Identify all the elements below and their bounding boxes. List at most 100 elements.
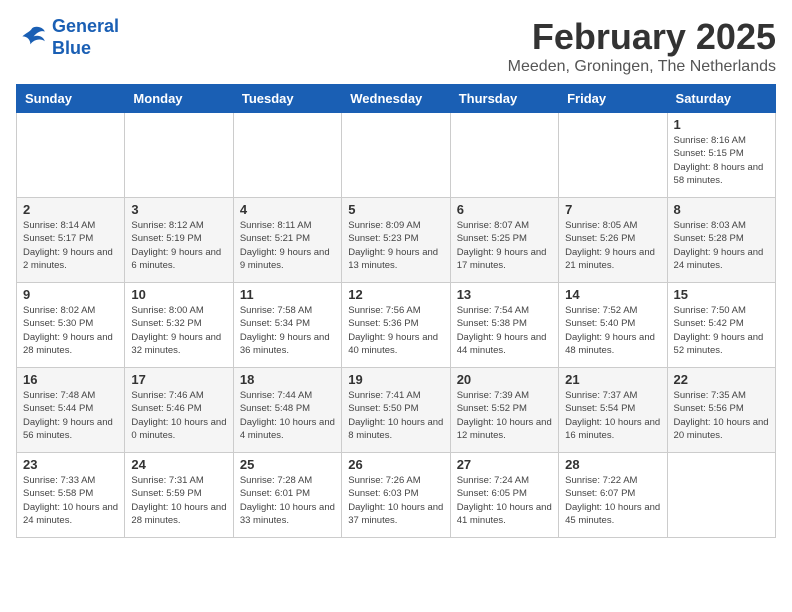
day-number: 23	[23, 457, 118, 472]
day-info: Sunrise: 7:33 AM Sunset: 5:58 PM Dayligh…	[23, 474, 118, 527]
day-number: 12	[348, 287, 443, 302]
day-info: Sunrise: 7:44 AM Sunset: 5:48 PM Dayligh…	[240, 389, 335, 442]
logo: General Blue	[16, 16, 119, 59]
day-info: Sunrise: 8:14 AM Sunset: 5:17 PM Dayligh…	[23, 219, 118, 272]
title-area: February 2025 Meeden, Groningen, The Net…	[508, 16, 776, 76]
day-number: 28	[565, 457, 660, 472]
day-info: Sunrise: 8:02 AM Sunset: 5:30 PM Dayligh…	[23, 304, 118, 357]
day-header-monday: Monday	[125, 85, 233, 113]
calendar-cell: 13Sunrise: 7:54 AM Sunset: 5:38 PM Dayli…	[450, 283, 558, 368]
logo-line1: General	[52, 16, 119, 36]
calendar-week-row: 23 Sunrise: 7:33 AM Sunset: 5:58 PM Dayli…	[17, 453, 776, 538]
calendar-cell: 21Sunrise: 7:37 AM Sunset: 5:54 PM Dayli…	[559, 368, 667, 453]
calendar-cell: 27 Sunrise: 7:24 AM Sunset: 6:05 PM Dayli…	[450, 453, 558, 538]
calendar-cell: 20Sunrise: 7:39 AM Sunset: 5:52 PM Dayli…	[450, 368, 558, 453]
day-number: 2	[23, 202, 118, 217]
day-info: Sunrise: 7:24 AM Sunset: 6:05 PM Dayligh…	[457, 474, 552, 527]
day-number: 6	[457, 202, 552, 217]
calendar-week-row: 1 Sunrise: 8:16 AM Sunset: 5:15 PM Daylig…	[17, 113, 776, 198]
calendar-cell: 5 Sunrise: 8:09 AM Sunset: 5:23 PM Daylig…	[342, 198, 450, 283]
day-info: Sunrise: 8:12 AM Sunset: 5:19 PM Dayligh…	[131, 219, 226, 272]
day-number: 14	[565, 287, 660, 302]
day-info: Sunrise: 8:05 AM Sunset: 5:26 PM Dayligh…	[565, 219, 660, 272]
day-number: 15	[674, 287, 769, 302]
calendar-cell: 9 Sunrise: 8:02 AM Sunset: 5:30 PM Daylig…	[17, 283, 125, 368]
day-number: 3	[131, 202, 226, 217]
calendar-cell: 8Sunrise: 8:03 AM Sunset: 5:28 PM Daylig…	[667, 198, 775, 283]
day-info: Sunrise: 7:41 AM Sunset: 5:50 PM Dayligh…	[348, 389, 443, 442]
day-number: 1	[674, 117, 769, 132]
day-info: Sunrise: 7:39 AM Sunset: 5:52 PM Dayligh…	[457, 389, 552, 442]
calendar-cell: 22 Sunrise: 7:35 AM Sunset: 5:56 PM Dayli…	[667, 368, 775, 453]
day-number: 24	[131, 457, 226, 472]
day-info: Sunrise: 7:58 AM Sunset: 5:34 PM Dayligh…	[240, 304, 335, 357]
day-number: 19	[348, 372, 443, 387]
calendar-week-row: 16Sunrise: 7:48 AM Sunset: 5:44 PM Dayli…	[17, 368, 776, 453]
day-header-saturday: Saturday	[667, 85, 775, 113]
calendar-cell: 23 Sunrise: 7:33 AM Sunset: 5:58 PM Dayli…	[17, 453, 125, 538]
day-header-thursday: Thursday	[450, 85, 558, 113]
calendar-cell: 18Sunrise: 7:44 AM Sunset: 5:48 PM Dayli…	[233, 368, 341, 453]
calendar-table: SundayMondayTuesdayWednesdayThursdayFrid…	[16, 84, 776, 538]
calendar-cell: 19 Sunrise: 7:41 AM Sunset: 5:50 PM Dayli…	[342, 368, 450, 453]
day-number: 5	[348, 202, 443, 217]
calendar-cell: 6 Sunrise: 8:07 AM Sunset: 5:25 PM Daylig…	[450, 198, 558, 283]
calendar-cell: 7 Sunrise: 8:05 AM Sunset: 5:26 PM Daylig…	[559, 198, 667, 283]
day-number: 13	[457, 287, 552, 302]
calendar-cell	[17, 113, 125, 198]
day-info: Sunrise: 7:31 AM Sunset: 5:59 PM Dayligh…	[131, 474, 226, 527]
logo-text: General Blue	[52, 16, 119, 59]
calendar-cell: 17 Sunrise: 7:46 AM Sunset: 5:46 PM Dayli…	[125, 368, 233, 453]
day-header-sunday: Sunday	[17, 85, 125, 113]
day-info: Sunrise: 8:09 AM Sunset: 5:23 PM Dayligh…	[348, 219, 443, 272]
calendar-cell	[233, 113, 341, 198]
day-info: Sunrise: 7:26 AM Sunset: 6:03 PM Dayligh…	[348, 474, 443, 527]
day-number: 17	[131, 372, 226, 387]
day-number: 10	[131, 287, 226, 302]
day-info: Sunrise: 7:37 AM Sunset: 5:54 PM Dayligh…	[565, 389, 660, 442]
calendar-cell: 12 Sunrise: 7:56 AM Sunset: 5:36 PM Dayli…	[342, 283, 450, 368]
calendar-header-row: SundayMondayTuesdayWednesdayThursdayFrid…	[17, 85, 776, 113]
calendar-cell: 1 Sunrise: 8:16 AM Sunset: 5:15 PM Daylig…	[667, 113, 775, 198]
calendar-cell	[125, 113, 233, 198]
calendar-cell	[559, 113, 667, 198]
day-info: Sunrise: 8:11 AM Sunset: 5:21 PM Dayligh…	[240, 219, 335, 272]
day-info: Sunrise: 8:07 AM Sunset: 5:25 PM Dayligh…	[457, 219, 552, 272]
calendar-cell: 26Sunrise: 7:26 AM Sunset: 6:03 PM Dayli…	[342, 453, 450, 538]
calendar-cell	[450, 113, 558, 198]
day-header-wednesday: Wednesday	[342, 85, 450, 113]
day-number: 27	[457, 457, 552, 472]
day-number: 16	[23, 372, 118, 387]
month-title: February 2025	[508, 16, 776, 58]
calendar-cell: 10 Sunrise: 8:00 AM Sunset: 5:32 PM Dayli…	[125, 283, 233, 368]
calendar-cell: 14 Sunrise: 7:52 AM Sunset: 5:40 PM Dayli…	[559, 283, 667, 368]
day-header-friday: Friday	[559, 85, 667, 113]
calendar-cell: 3 Sunrise: 8:12 AM Sunset: 5:19 PM Daylig…	[125, 198, 233, 283]
day-info: Sunrise: 7:50 AM Sunset: 5:42 PM Dayligh…	[674, 304, 769, 357]
calendar-cell: 11 Sunrise: 7:58 AM Sunset: 5:34 PM Dayli…	[233, 283, 341, 368]
day-info: Sunrise: 8:00 AM Sunset: 5:32 PM Dayligh…	[131, 304, 226, 357]
calendar-cell: 4Sunrise: 8:11 AM Sunset: 5:21 PM Daylig…	[233, 198, 341, 283]
day-header-tuesday: Tuesday	[233, 85, 341, 113]
day-number: 11	[240, 287, 335, 302]
calendar-week-row: 2 Sunrise: 8:14 AM Sunset: 5:17 PM Daylig…	[17, 198, 776, 283]
calendar-cell	[342, 113, 450, 198]
day-info: Sunrise: 7:52 AM Sunset: 5:40 PM Dayligh…	[565, 304, 660, 357]
day-info: Sunrise: 8:03 AM Sunset: 5:28 PM Dayligh…	[674, 219, 769, 272]
day-info: Sunrise: 7:22 AM Sunset: 6:07 PM Dayligh…	[565, 474, 660, 527]
day-number: 7	[565, 202, 660, 217]
logo-line2: Blue	[52, 38, 119, 60]
calendar-week-row: 9 Sunrise: 8:02 AM Sunset: 5:30 PM Daylig…	[17, 283, 776, 368]
calendar-cell: 24 Sunrise: 7:31 AM Sunset: 5:59 PM Dayli…	[125, 453, 233, 538]
day-number: 9	[23, 287, 118, 302]
day-info: Sunrise: 8:16 AM Sunset: 5:15 PM Dayligh…	[674, 134, 769, 187]
day-number: 22	[674, 372, 769, 387]
calendar-cell: 16Sunrise: 7:48 AM Sunset: 5:44 PM Dayli…	[17, 368, 125, 453]
day-info: Sunrise: 7:56 AM Sunset: 5:36 PM Dayligh…	[348, 304, 443, 357]
calendar-cell: 15 Sunrise: 7:50 AM Sunset: 5:42 PM Dayli…	[667, 283, 775, 368]
logo-bird-icon	[16, 22, 48, 54]
day-info: Sunrise: 7:35 AM Sunset: 5:56 PM Dayligh…	[674, 389, 769, 442]
day-info: Sunrise: 7:46 AM Sunset: 5:46 PM Dayligh…	[131, 389, 226, 442]
day-number: 25	[240, 457, 335, 472]
page-header: General Blue February 2025 Meeden, Groni…	[16, 16, 776, 76]
